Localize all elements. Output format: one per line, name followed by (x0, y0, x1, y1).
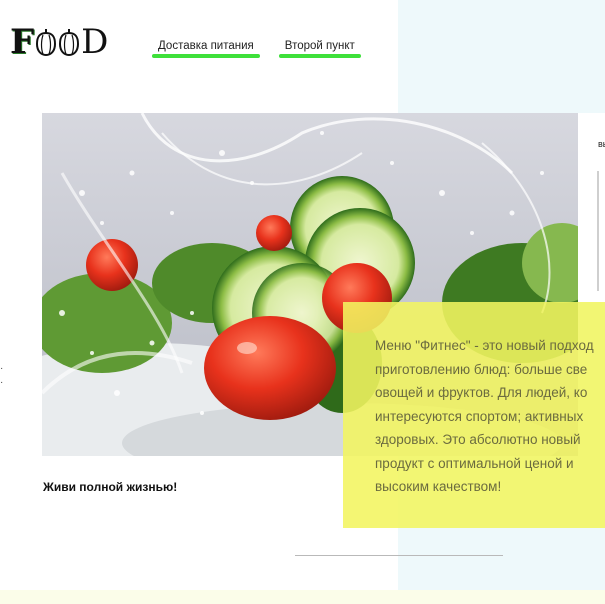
promo-line: здоровых. Это абсолютно новый (375, 432, 581, 447)
promo-line: Меню "Фитнес" - это новый подход (375, 338, 594, 353)
section-divider (295, 555, 503, 556)
logo-letter-f: F (10, 22, 35, 62)
footer-strip (0, 590, 605, 604)
nav-item-second[interactable]: Второй пункт (278, 40, 361, 58)
promo-box: Меню "Фитнес" - это новый подход пригото… (343, 302, 605, 528)
pepper-icon (36, 29, 57, 57)
logo-letter-d: D (81, 22, 109, 62)
side-card-divider (597, 171, 599, 291)
promo-line: высоким качеством! (375, 479, 502, 494)
nav-item-delivery[interactable]: Доставка питания (152, 40, 260, 58)
promo-text: Меню "Фитнес" - это новый подход пригото… (375, 334, 605, 499)
side-card: вы (578, 113, 605, 303)
promo-line: интересуются спортом; активных (375, 408, 584, 424)
side-card-text: вы (598, 139, 605, 149)
hero-tagline: Живи полной жизнью! (43, 480, 178, 494)
promo-line: приготовлению блюд: больше све (375, 361, 588, 377)
promo-line: овощей и фруктов. Для людей, ко (375, 385, 588, 400)
site-logo[interactable]: F D (10, 22, 108, 62)
left-edge-mark: · · (0, 363, 4, 388)
main-nav: Доставка питания Второй пункт (152, 40, 361, 58)
promo-line: продукт с оптимальной ценой и (375, 455, 574, 471)
pepper-icon (59, 29, 80, 57)
